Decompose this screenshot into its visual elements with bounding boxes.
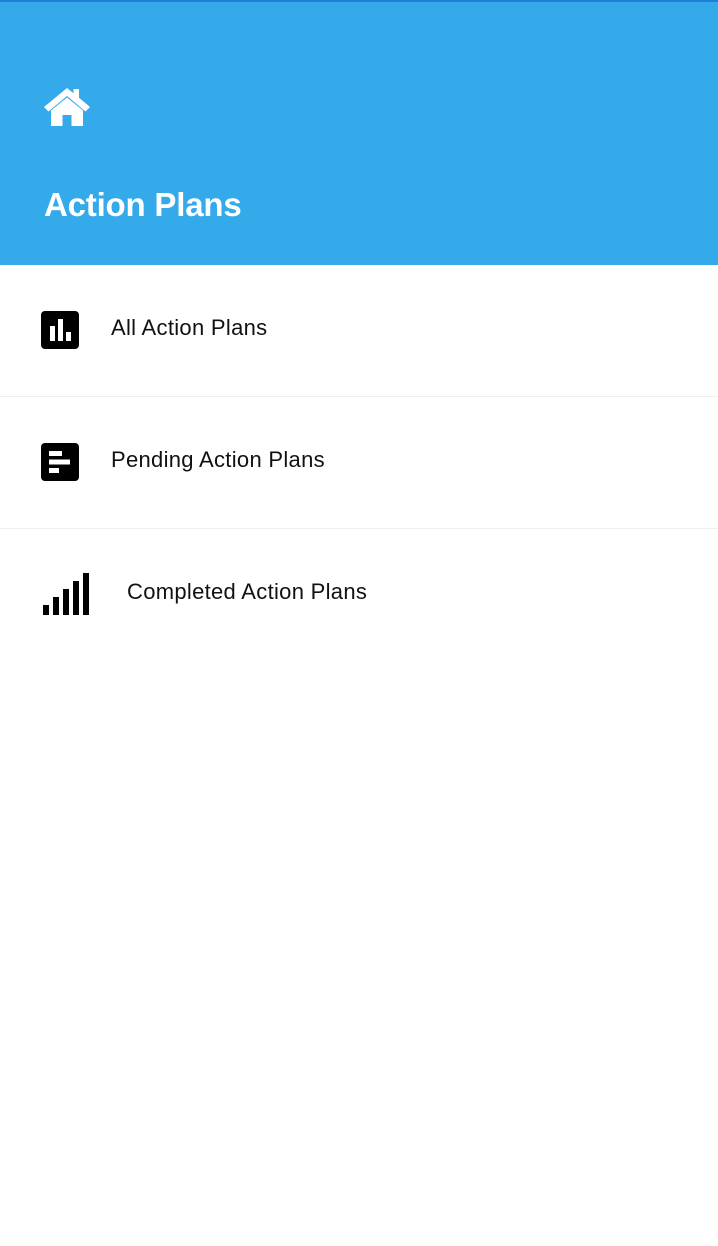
menu-item-all-action-plans[interactable]: All Action Plans xyxy=(0,265,718,397)
home-button[interactable] xyxy=(40,84,94,130)
menu-item-pending-action-plans[interactable]: Pending Action Plans xyxy=(0,397,718,529)
home-icon xyxy=(42,86,92,128)
page-title: Action Plans xyxy=(44,186,242,223)
menu-item-completed-action-plans[interactable]: Completed Action Plans xyxy=(0,529,718,661)
list-square-icon xyxy=(41,443,79,481)
signal-bars-icon xyxy=(43,573,93,615)
menu-item-label: Pending Action Plans xyxy=(111,447,325,472)
action-plans-menu: All Action Plans Pending Action Plans Co… xyxy=(0,265,718,661)
app-header: Action Plans xyxy=(0,0,718,265)
menu-item-label: Completed Action Plans xyxy=(127,579,368,604)
menu-item-label: All Action Plans xyxy=(111,315,268,340)
bar-chart-square-icon xyxy=(41,311,79,349)
